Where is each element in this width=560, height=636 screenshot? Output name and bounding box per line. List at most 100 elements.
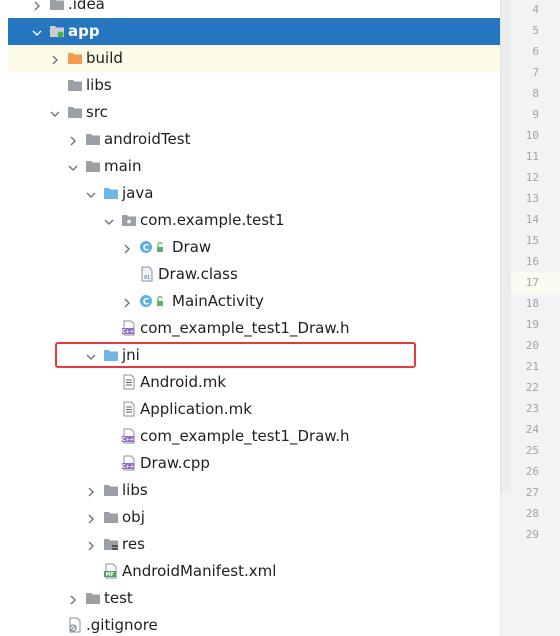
svg-text:C: C [143, 243, 150, 253]
tree-row-main[interactable]: main [0, 153, 500, 180]
svg-text:01: 01 [144, 275, 150, 281]
tree-row-gitignore[interactable]: .gitignore [0, 612, 500, 636]
line-number: 19 [525, 318, 539, 331]
text-file-icon [121, 401, 137, 417]
tree-row-src[interactable]: src [0, 99, 500, 126]
tree-row-app[interactable]: app [0, 18, 500, 45]
folder-gray-icon [49, 0, 65, 12]
chevron-right-icon[interactable] [85, 538, 97, 551]
line-number: 7 [532, 66, 539, 79]
chevron-down-icon[interactable] [85, 187, 97, 199]
editor-gutter: 4 5 6 7 8 9 10 11 12 13 14 15 16 17 18 19 20 21 22 23 24 25 26… [500, 0, 560, 636]
scrollbar-track[interactable] [501, 0, 511, 493]
tree-row-label: src [86, 103, 108, 121]
tree-row-build[interactable]: build [0, 45, 500, 72]
line-number: 16 [525, 255, 539, 268]
tree-row-label: MainActivity [172, 292, 264, 310]
chevron-right-icon[interactable] [31, 0, 43, 11]
line-number: 4 [532, 3, 539, 16]
project-tree-panel: .idea app build libs src androidTest main java c… [0, 0, 500, 636]
tree-row-label: Application.mk [140, 400, 252, 418]
tree-row-label: .idea [68, 0, 105, 13]
svg-text:C++: C++ [122, 437, 134, 443]
tree-row-draw-cpp[interactable]: C++ Draw.cpp [0, 450, 500, 477]
chevron-right-icon[interactable] [85, 511, 97, 524]
tree-row-idea[interactable]: .idea [0, 0, 500, 18]
tree-row-androidmanifest-xml[interactable]: MF AndroidManifest.xml [0, 558, 500, 585]
line-number: 25 [525, 444, 539, 457]
svg-text:MF: MF [106, 572, 114, 578]
binary-file-icon: 01 [139, 266, 155, 282]
tree-row-com-example-test1[interactable]: com.example.test1 [0, 207, 500, 234]
cpp-file-icon: C++ [121, 455, 137, 471]
tree-row-com-example-test1-draw-h[interactable]: C++ com_example_test1_Draw.h [0, 423, 500, 450]
tree-row-label: .gitignore [86, 616, 158, 634]
tree-row-label: Draw [172, 238, 212, 256]
tree-row-libs[interactable]: libs [0, 477, 500, 504]
tree-row-test[interactable]: test [0, 585, 500, 612]
folder-gray-icon [85, 590, 101, 606]
line-number: 6 [532, 45, 539, 58]
chevron-right-icon[interactable] [85, 484, 97, 497]
folder-gray-icon [67, 104, 83, 120]
tree-row-androidtest[interactable]: androidTest [0, 126, 500, 153]
tree-row-draw[interactable]: C Draw [0, 234, 500, 261]
folder-gray-icon [85, 158, 101, 174]
chevron-right-icon[interactable] [121, 241, 133, 254]
folder-orange-icon [67, 50, 83, 66]
chevron-right-icon[interactable] [49, 52, 61, 65]
tree-row-application-mk[interactable]: Application.mk [0, 396, 500, 423]
tree-row-com-example-test1-draw-h[interactable]: C++ com_example_test1_Draw.h [0, 315, 500, 342]
line-number: 9 [532, 108, 539, 121]
line-number: 17 [525, 276, 539, 289]
chevron-down-icon[interactable] [49, 106, 61, 118]
svg-text:C++: C++ [122, 464, 134, 470]
chevron-down-icon[interactable] [67, 160, 79, 172]
tree-row-label: build [86, 49, 123, 67]
tree-row-draw-class[interactable]: 01 Draw.class [0, 261, 500, 288]
tree-row-mainactivity[interactable]: C MainActivity [0, 288, 500, 315]
gitignore-file-icon [67, 617, 83, 633]
tree-row-label: main [104, 157, 142, 175]
tree-row-label: AndroidManifest.xml [122, 562, 277, 580]
tree-row-label: libs [122, 481, 148, 499]
tree-row-res[interactable]: res [0, 531, 500, 558]
tree-row-android-mk[interactable]: Android.mk [0, 369, 500, 396]
chevron-right-icon[interactable] [67, 133, 79, 146]
line-number: 23 [525, 402, 539, 415]
folder-blue-icon [103, 185, 119, 201]
tree-row-label: java [122, 184, 154, 202]
chevron-right-icon[interactable] [67, 592, 79, 605]
line-number: 14 [525, 213, 539, 226]
chevron-down-icon[interactable] [103, 214, 115, 226]
tree-row-java[interactable]: java [0, 180, 500, 207]
folder-gray-icon [67, 77, 83, 93]
line-number: 11 [525, 150, 539, 163]
line-number: 22 [525, 381, 539, 394]
tree-row-obj[interactable]: obj [0, 504, 500, 531]
line-number: 18 [525, 297, 539, 310]
line-number: 13 [525, 192, 539, 205]
text-file-icon [121, 374, 137, 390]
tree-row-label: Draw.cpp [140, 454, 210, 472]
line-number: 24 [525, 423, 539, 436]
tree-row-label: androidTest [104, 130, 191, 148]
tree-row-label: app [68, 22, 100, 40]
tree-row-label: com.example.test1 [140, 211, 285, 229]
tree-row-label: Draw.class [158, 265, 238, 283]
line-number: 26 [525, 465, 539, 478]
line-number: 29 [525, 528, 539, 541]
tool-window-edge [0, 0, 8, 636]
manifest-file-icon: MF [103, 563, 119, 579]
tree-row-label: test [104, 589, 133, 607]
svg-text:C++: C++ [122, 329, 134, 335]
line-number: 8 [532, 87, 539, 100]
tree-row-libs[interactable]: libs [0, 72, 500, 99]
chevron-right-icon[interactable] [121, 295, 133, 308]
folder-gray-icon [103, 509, 119, 525]
tree-row-label: res [122, 535, 145, 553]
cpp-file-icon: C++ [121, 320, 137, 336]
tree-row-label: com_example_test1_Draw.h [140, 427, 350, 445]
tree-row-label: libs [86, 76, 112, 94]
chevron-down-icon[interactable] [31, 25, 43, 37]
